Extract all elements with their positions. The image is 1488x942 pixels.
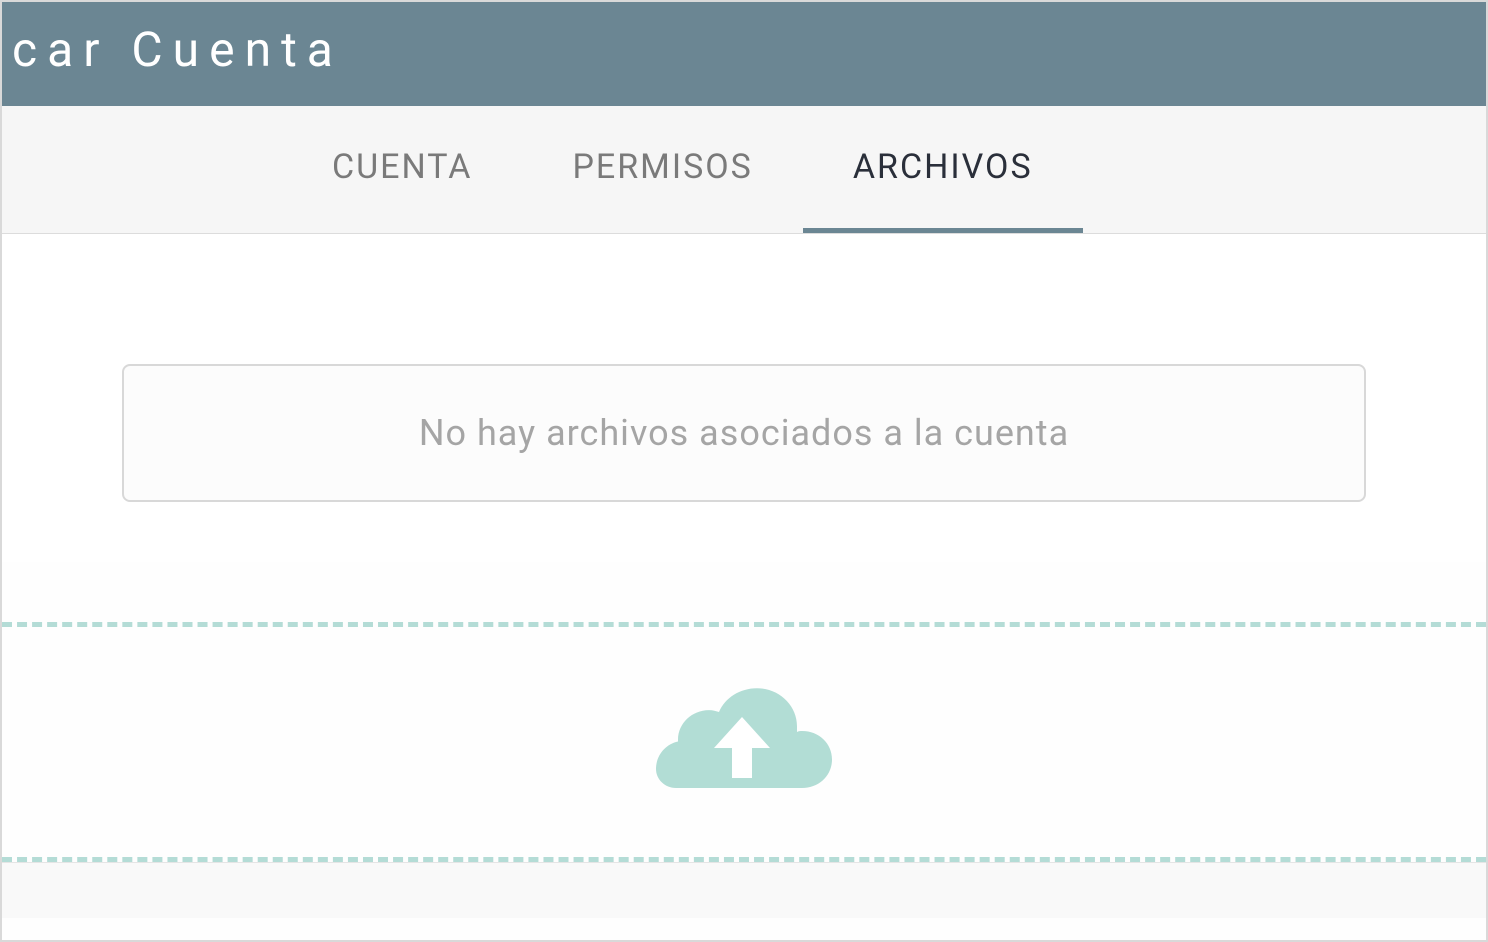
tab-permisos[interactable]: PERMISOS — [522, 106, 802, 233]
dialog-header: car Cuenta — [2, 2, 1486, 106]
empty-files-text: No hay archivos asociados a la cuenta — [419, 412, 1069, 454]
file-upload-dropzone[interactable] — [2, 622, 1486, 862]
tab-archivos-label: ARCHIVOS — [853, 147, 1033, 187]
dialog-footer — [2, 862, 1486, 918]
tab-archivos[interactable]: ARCHIVOS — [803, 106, 1083, 233]
empty-files-notice: No hay archivos asociados a la cuenta — [122, 364, 1366, 502]
tabs-bar: CUENTA PERMISOS ARCHIVOS — [2, 106, 1486, 234]
cloud-upload-icon — [654, 682, 834, 802]
tab-cuenta-label: CUENTA — [332, 147, 472, 187]
tab-content-archivos: No hay archivos asociados a la cuenta — [2, 234, 1486, 562]
tab-cuenta[interactable]: CUENTA — [282, 106, 522, 233]
dialog-title: car Cuenta — [12, 21, 343, 78]
tab-permisos-label: PERMISOS — [572, 147, 752, 187]
